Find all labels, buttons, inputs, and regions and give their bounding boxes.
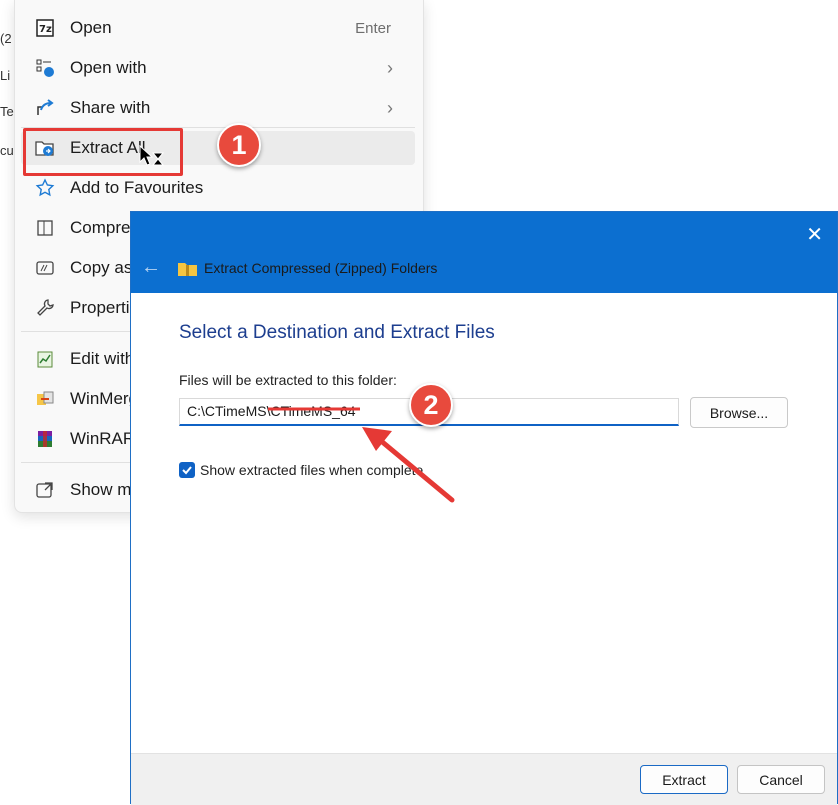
step-badge-2: 2 [409, 383, 453, 427]
